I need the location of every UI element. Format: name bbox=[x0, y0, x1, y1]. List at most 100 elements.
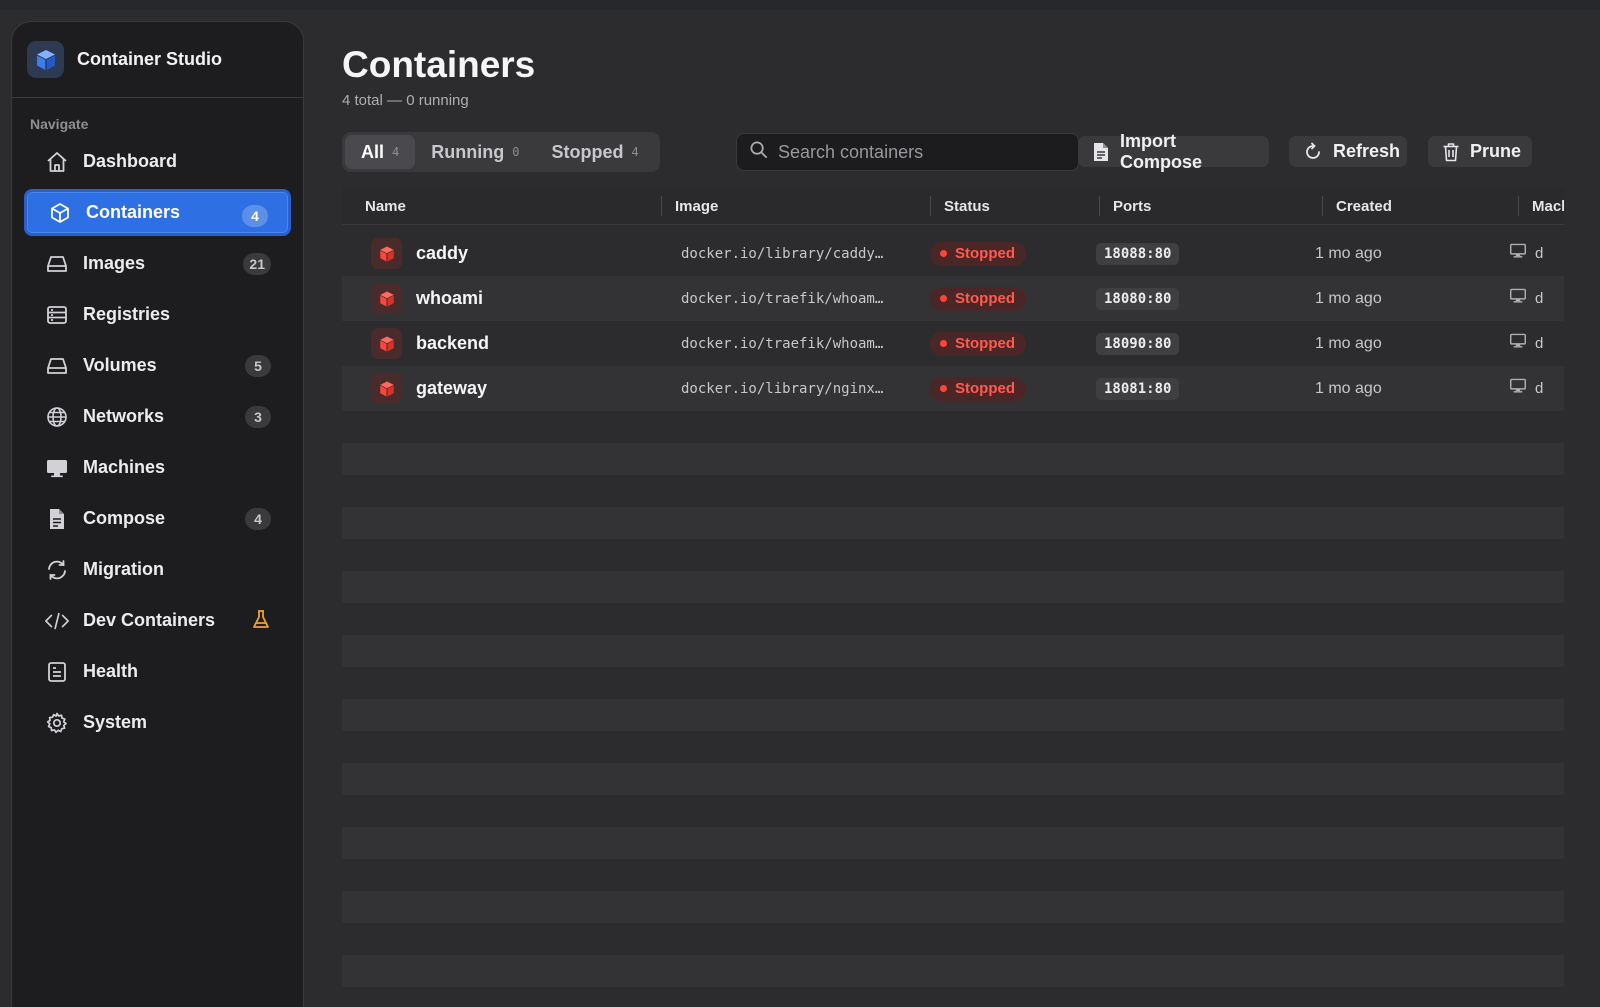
status-badge: Stopped bbox=[930, 241, 1026, 266]
empty-row bbox=[342, 539, 1564, 571]
search-box bbox=[736, 133, 1079, 171]
name-cell: gateway bbox=[371, 366, 487, 411]
sidebar-item-containers[interactable]: Containers 4 bbox=[24, 189, 291, 236]
globe-icon bbox=[44, 404, 70, 430]
column-divider[interactable] bbox=[1518, 196, 1519, 216]
filter-all[interactable]: All 4 bbox=[345, 135, 416, 169]
sync-arrows-icon bbox=[44, 557, 70, 583]
sidebar-item-images[interactable]: Images 21 bbox=[24, 240, 291, 287]
sidebar-item-system[interactable]: System bbox=[24, 699, 291, 746]
document-icon bbox=[44, 506, 70, 532]
port-mapping[interactable]: 18080:80 bbox=[1096, 287, 1180, 310]
trash-icon bbox=[1442, 142, 1460, 162]
empty-row bbox=[342, 731, 1564, 763]
machine-name: d bbox=[1535, 245, 1544, 262]
sidebar-item-volumes[interactable]: Volumes 5 bbox=[24, 342, 291, 389]
image-cell: docker.io/library/nginx… bbox=[681, 366, 901, 411]
sidebar-item-label: Health bbox=[83, 661, 139, 681]
container-stopped-icon bbox=[371, 283, 402, 314]
column-header-image[interactable]: Image bbox=[675, 198, 718, 215]
status-dot-icon bbox=[940, 250, 947, 257]
sidebar-item-label: Dashboard bbox=[83, 151, 178, 171]
main-content: Containers 4 total — 0 running All 4 Run… bbox=[342, 0, 1568, 1007]
port-mapping[interactable]: 18081:80 bbox=[1096, 377, 1180, 400]
container-name: whoami bbox=[416, 288, 484, 308]
port-mapping[interactable]: 18090:80 bbox=[1096, 332, 1180, 355]
table-row[interactable]: gateway docker.io/library/nginx… Stopped… bbox=[342, 366, 1564, 411]
status-cell: Stopped bbox=[930, 276, 1026, 321]
port-mapping[interactable]: 18088:80 bbox=[1096, 242, 1180, 265]
created-cell: 1 mo ago bbox=[1315, 366, 1382, 411]
column-header-name[interactable]: Name bbox=[365, 198, 406, 215]
monitor-icon bbox=[1509, 288, 1527, 309]
gear-icon bbox=[44, 710, 70, 736]
column-divider[interactable] bbox=[1322, 196, 1323, 216]
filter-running[interactable]: Running 0 bbox=[415, 135, 535, 169]
refresh-label: Refresh bbox=[1333, 141, 1401, 161]
ports-cell: 18090:80 bbox=[1096, 321, 1180, 366]
machine-name: d bbox=[1535, 335, 1544, 352]
document-icon bbox=[1092, 142, 1110, 162]
count-badge: 21 bbox=[243, 253, 271, 275]
refresh-button[interactable]: Refresh bbox=[1289, 136, 1407, 167]
name-cell: whoami bbox=[371, 276, 483, 321]
sidebar-item-label: Networks bbox=[83, 406, 165, 426]
column-divider[interactable] bbox=[930, 196, 931, 216]
image-cell: docker.io/library/caddy… bbox=[681, 231, 901, 276]
table-row[interactable]: caddy docker.io/library/caddy… Stopped 1… bbox=[342, 231, 1564, 276]
sidebar-item-machines[interactable]: Machines bbox=[24, 444, 291, 491]
column-divider[interactable] bbox=[1099, 196, 1100, 216]
created-time: 1 mo ago bbox=[1315, 289, 1382, 307]
empty-row bbox=[342, 507, 1564, 539]
search-icon bbox=[749, 140, 768, 164]
nav-list: Dashboard Containers 4 Images 21 Registr… bbox=[12, 138, 303, 746]
name-cell: caddy bbox=[371, 231, 468, 276]
prune-button[interactable]: Prune bbox=[1428, 136, 1532, 167]
empty-row bbox=[342, 827, 1564, 859]
sidebar-item-label: Machines bbox=[83, 457, 166, 477]
sidebar-item-networks[interactable]: Networks 3 bbox=[24, 393, 291, 440]
created-time: 1 mo ago bbox=[1315, 244, 1382, 262]
name-cell: backend bbox=[371, 321, 489, 366]
monitor-icon bbox=[1509, 378, 1527, 399]
column-header-ports[interactable]: Ports bbox=[1113, 198, 1151, 215]
image-cell: docker.io/traefik/whoam… bbox=[681, 276, 901, 321]
sidebar-item-registries[interactable]: Registries bbox=[24, 291, 291, 338]
empty-row bbox=[342, 891, 1564, 923]
table-header: Name Image Status Ports Created Machine bbox=[342, 187, 1564, 225]
house-icon bbox=[44, 149, 70, 175]
search-input[interactable] bbox=[778, 141, 1068, 163]
sidebar-item-compose[interactable]: Compose 4 bbox=[24, 495, 291, 542]
sidebar-item-dev-containers[interactable]: Dev Containers bbox=[24, 597, 291, 644]
table-row[interactable]: backend docker.io/traefik/whoam… Stopped… bbox=[342, 321, 1564, 366]
empty-row bbox=[342, 475, 1564, 507]
status-text: Stopped bbox=[955, 380, 1015, 397]
code-brackets-icon bbox=[44, 608, 70, 634]
import-compose-button[interactable]: Import Compose bbox=[1078, 131, 1269, 172]
status-badge: Stopped bbox=[930, 376, 1026, 401]
sidebar-item-label: Registries bbox=[83, 304, 171, 324]
status-text: Stopped bbox=[955, 290, 1015, 307]
sidebar-item-dashboard[interactable]: Dashboard bbox=[24, 138, 291, 185]
table-row[interactable]: whoami docker.io/traefik/whoam… Stopped … bbox=[342, 276, 1564, 321]
container-image: docker.io/library/nginx… bbox=[681, 380, 884, 397]
ports-cell: 18080:80 bbox=[1096, 276, 1180, 321]
column-header-machine[interactable]: Machine bbox=[1532, 198, 1564, 215]
status-dot-icon bbox=[940, 340, 947, 347]
sidebar-item-label: System bbox=[83, 712, 148, 732]
monitor-icon bbox=[1509, 333, 1527, 354]
filter-stopped[interactable]: Stopped 4 bbox=[535, 135, 654, 169]
ports-cell: 18081:80 bbox=[1096, 366, 1180, 411]
sidebar-item-migration[interactable]: Migration bbox=[24, 546, 291, 593]
sidebar-item-label: Containers bbox=[86, 202, 181, 222]
empty-row bbox=[342, 763, 1564, 795]
sidebar-item-health[interactable]: Health bbox=[24, 648, 291, 695]
empty-row bbox=[342, 859, 1564, 891]
sidebar-item-label: Volumes bbox=[83, 355, 157, 375]
empty-row bbox=[342, 603, 1564, 635]
container-name: caddy bbox=[416, 243, 469, 263]
column-header-created[interactable]: Created bbox=[1336, 198, 1392, 215]
column-header-status[interactable]: Status bbox=[944, 198, 990, 215]
container-stopped-icon bbox=[371, 373, 402, 404]
column-divider[interactable] bbox=[661, 196, 662, 216]
